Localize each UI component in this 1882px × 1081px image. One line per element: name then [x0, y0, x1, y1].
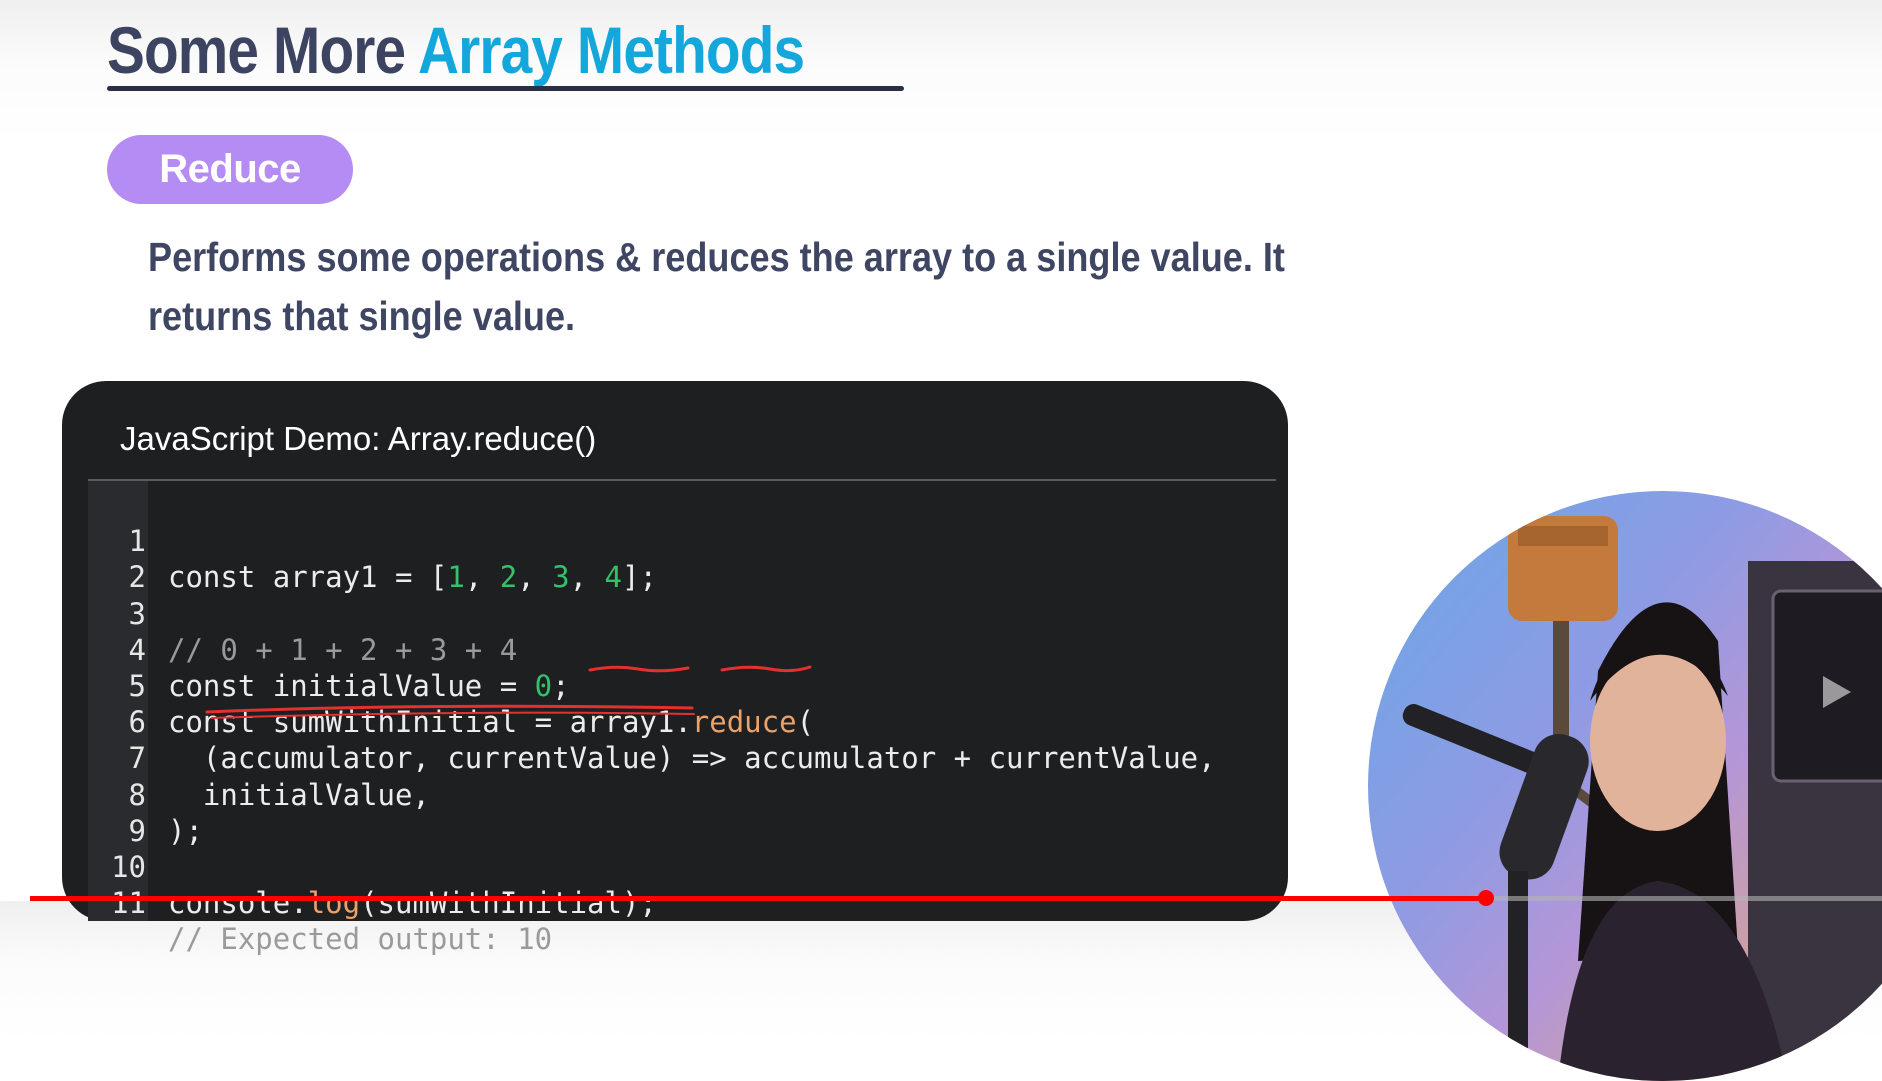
demo-divider: [88, 479, 1276, 481]
code-number: 3: [552, 560, 570, 595]
code-line: 3 // 0 + 1 + 2 + 3 + 4: [88, 559, 518, 667]
code-number: 1: [447, 560, 465, 595]
code-text: console.log(sumWithInitial);: [168, 885, 657, 921]
demo-title: JavaScript Demo: Array.reduce(): [120, 420, 597, 457]
code-token: ,: [569, 560, 605, 595]
code-line: 10 console.log(sumWithInitial);: [88, 813, 657, 920]
title-underline: [107, 86, 904, 91]
code-comment: // Expected output: 10: [168, 922, 553, 957]
code-line: 6 (accumulator, currentValue) => accumul…: [88, 668, 1216, 775]
video-progress-bar[interactable]: [30, 890, 1882, 906]
code-line: 5 const sumWithInitial = array1.reduce(: [88, 632, 815, 739]
code-token: ;: [552, 668, 570, 703]
code-comment: // 0 + 1 + 2 + 3 + 4: [168, 632, 518, 667]
video-scrubber-handle[interactable]: [1477, 890, 1494, 906]
code-line: 1 const array1 = [1, 2, 3, 4];: [88, 487, 657, 594]
code-token: ,: [517, 560, 553, 595]
code-token: ,: [464, 560, 500, 595]
code-token: const array1 = [: [168, 560, 448, 595]
title-accent: Array Methods: [418, 13, 805, 87]
code-token: (: [796, 705, 815, 740]
code-line: 2: [88, 523, 193, 594]
code-demo-panel: JavaScript Demo: Array.reduce() 1 const …: [62, 381, 1288, 956]
code-number: 0: [534, 668, 553, 703]
code-text: const initialValue = 0;: [168, 668, 570, 704]
code-line: 7 initialValue,: [88, 704, 430, 811]
code-token: ];: [622, 560, 657, 595]
code-editor[interactable]: 1 const array1 = [1, 2, 3, 4]; 2 3 // 0 …: [88, 487, 1216, 956]
code-line: 11 // Expected output: 10: [88, 849, 552, 956]
code-method: reduce: [691, 705, 797, 740]
code-token: const sumWithInitial = array1.: [168, 705, 692, 740]
code-line: 8 );: [88, 740, 203, 848]
method-description: Performs some operations & reduces the a…: [148, 234, 1285, 339]
presenter-webcam: [1368, 491, 1882, 1081]
code-number: 2: [499, 560, 518, 595]
code-text: initialValue,: [168, 777, 430, 812]
code-token: const initialValue =: [168, 668, 535, 703]
code-method: log: [307, 886, 361, 921]
code-text: const sumWithInitial = array1.reduce(: [168, 704, 814, 740]
code-text: const array1 = [1, 2, 3, 4];: [168, 559, 657, 595]
method-badge: Reduce: [107, 135, 353, 204]
code-line: 4 const initialValue = 0;: [88, 596, 570, 703]
presenter-illustration: [1402, 516, 1882, 1081]
video-progress-fill: [30, 896, 1486, 901]
line-number: 11: [111, 886, 146, 921]
code-text: (accumulator, currentValue) => accumulat…: [168, 741, 1216, 776]
slide-title: Some More Array Methods: [107, 6, 805, 94]
code-token: (sumWithInitial);: [360, 886, 657, 921]
title-main: Some More: [107, 13, 419, 87]
code-number: 4: [604, 560, 622, 595]
code-line: 9: [88, 777, 193, 848]
